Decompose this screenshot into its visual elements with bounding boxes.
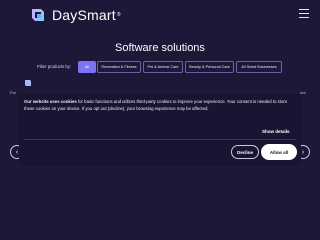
- cookie-divider: [24, 139, 296, 140]
- page: DaySmart ® Software solutions Filter prod…: [0, 0, 320, 240]
- site-header: DaySmart ®: [0, 0, 320, 30]
- chevron-left-icon: ‹: [15, 148, 19, 156]
- show-details-link[interactable]: Show details: [262, 129, 290, 134]
- product-logo-icon: [25, 80, 31, 86]
- cookie-banner: Our website uses cookies for basic funct…: [19, 94, 301, 166]
- allow-all-button[interactable]: Allow all: [261, 144, 297, 160]
- daysmart-logo-icon: [32, 9, 44, 21]
- chevron-right-icon: ›: [301, 148, 305, 156]
- decline-button[interactable]: Decline: [231, 145, 259, 159]
- page-title: Software solutions: [115, 42, 205, 54]
- brand-name: DaySmart: [52, 7, 116, 23]
- filter-chip-pet-animal-care[interactable]: Pet & Animal Care: [143, 61, 183, 73]
- product-text-left: For: [10, 90, 16, 95]
- filter-label: Filter products by:: [37, 64, 72, 69]
- cookie-message-bold: Our website uses cookies: [24, 99, 77, 104]
- hamburger-icon[interactable]: [299, 9, 309, 19]
- filter-chip-beauty-personal-care[interactable]: Beauty & Personal Care: [185, 61, 234, 73]
- brand-logo[interactable]: DaySmart ®: [30, 6, 121, 24]
- cookie-message: Our website uses cookies for basic funct…: [24, 99, 296, 112]
- filter-chip-all-sized-businesses[interactable]: All Sized Businesses: [236, 61, 282, 73]
- filter-chip-recreation-fitness[interactable]: Recreation & Fitness: [97, 61, 141, 73]
- brand-trademark: ®: [116, 12, 121, 18]
- filter-chip-all[interactable]: All: [78, 61, 96, 73]
